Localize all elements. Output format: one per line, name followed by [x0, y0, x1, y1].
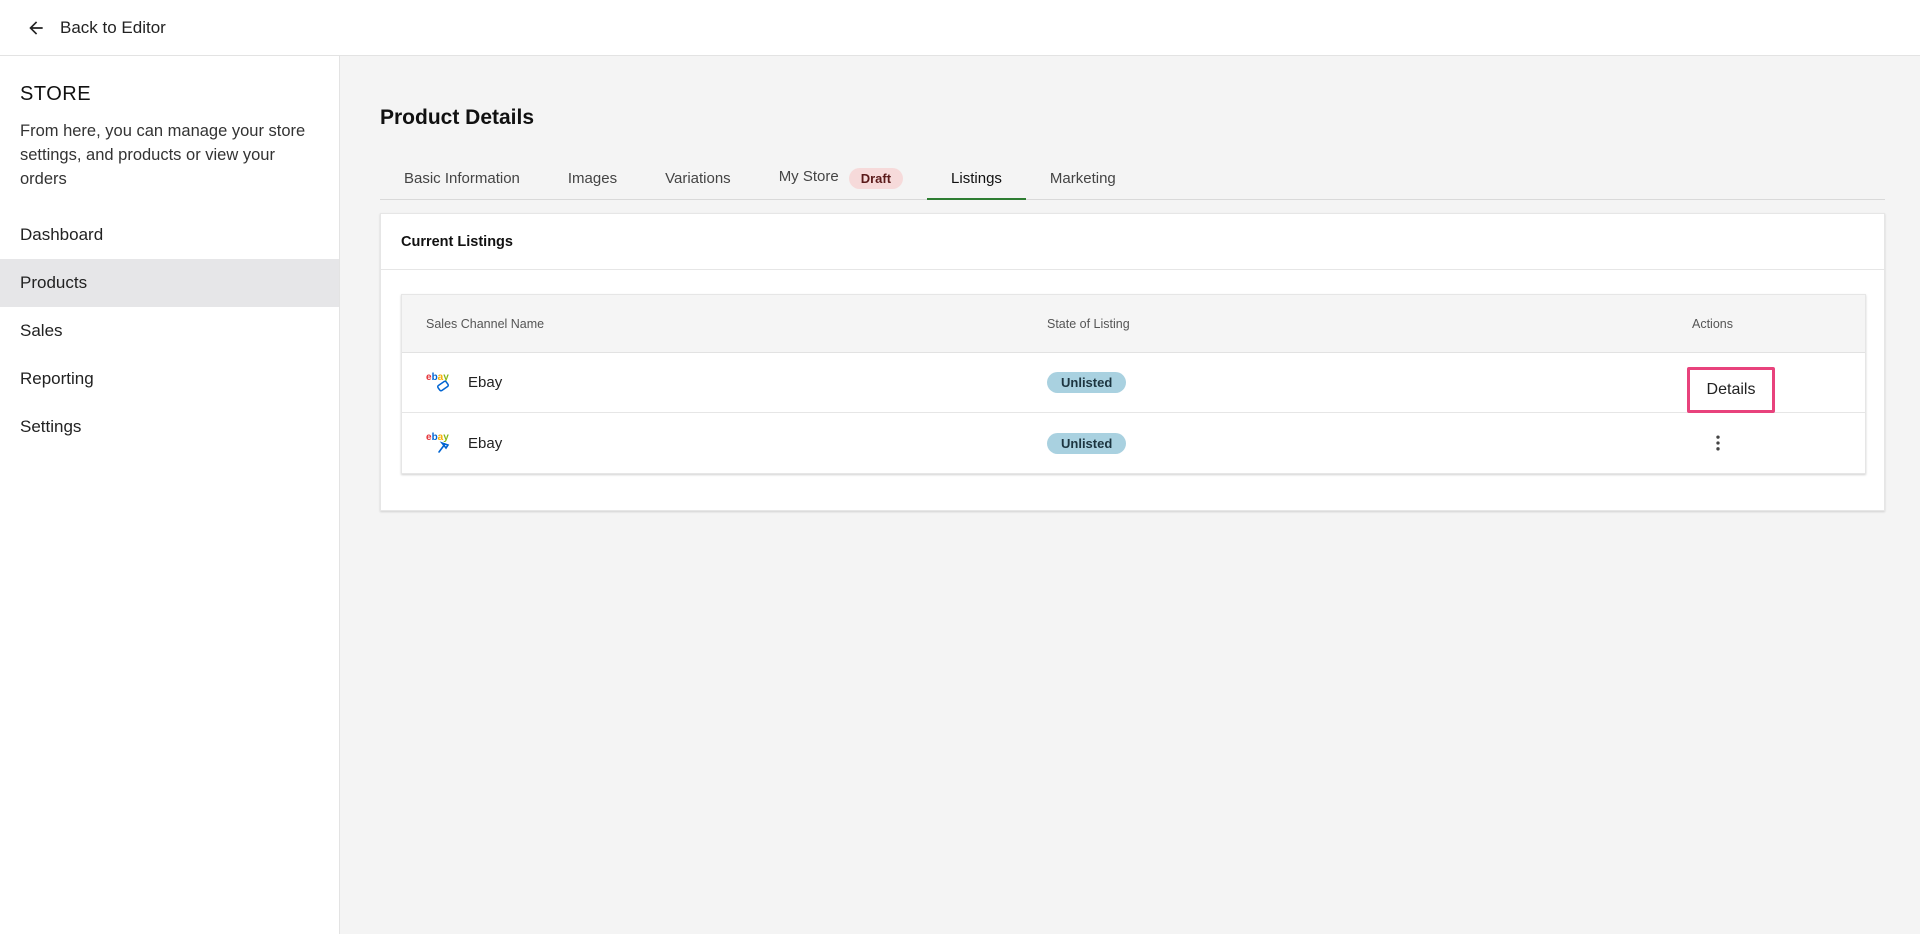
table-row: ebay Ebay Unlisted Details: [402, 353, 1865, 413]
state-cell: Unlisted: [1047, 372, 1692, 393]
column-header-actions: Actions: [1692, 316, 1733, 331]
draft-badge: Draft: [848, 168, 904, 189]
column-header-channel: Sales Channel Name: [426, 316, 545, 331]
ebay-logo-icon: ebay: [426, 372, 449, 391]
tab-images[interactable]: Images: [544, 158, 641, 199]
top-bar: Back to Editor: [0, 0, 1920, 56]
tab-marketing[interactable]: Marketing: [1026, 158, 1140, 199]
sidebar-item-dashboard[interactable]: Dashboard: [0, 211, 339, 259]
channel-cell: ebay Ebay: [402, 430, 1047, 456]
actions-cell: Details: [1687, 353, 1865, 413]
table-row: ebay Ebay Unlisted: [402, 413, 1865, 473]
channel-name: Ebay: [468, 434, 503, 452]
sidebar-nav: Dashboard Products Sales Reporting Setti…: [0, 211, 339, 451]
channel-cell: ebay Ebay: [402, 370, 1047, 396]
page-title: Product Details: [380, 106, 535, 129]
actions-cell: [1692, 431, 1865, 455]
status-badge: Unlisted: [1047, 432, 1127, 454]
tab-label: Basic Information: [404, 170, 520, 187]
status-badge: Unlisted: [1047, 372, 1127, 393]
arrow-left-icon: [29, 20, 43, 35]
main-content: Product Details Basic Information Images…: [340, 56, 1920, 934]
tab-label: Listings: [951, 170, 1002, 187]
sidebar: STORE From here, you can manage your sto…: [0, 56, 340, 934]
sidebar-description: From here, you can manage your store set…: [20, 122, 306, 188]
svg-text:ebay: ebay: [426, 432, 449, 443]
table-header: Sales Channel Name State of Listing Acti…: [402, 295, 1865, 353]
sidebar-item-sales[interactable]: Sales: [0, 307, 339, 355]
tab-variations[interactable]: Variations: [641, 158, 755, 199]
tab-label: Marketing: [1049, 170, 1116, 187]
product-tabs: Basic Information Images Variations My S…: [380, 158, 1885, 200]
current-listings-card: Current Listings Sales Channel Name Stat…: [380, 213, 1885, 511]
column-header-state: State of Listing: [1047, 316, 1130, 331]
listings-table: Sales Channel Name State of Listing Acti…: [401, 294, 1866, 474]
details-button[interactable]: Details: [1687, 366, 1775, 413]
tab-basic-information[interactable]: Basic Information: [380, 158, 544, 199]
tab-my-store[interactable]: My Store Draft: [755, 158, 927, 199]
channel-name: Ebay: [468, 374, 503, 391]
sidebar-item-reporting[interactable]: Reporting: [0, 355, 339, 403]
tab-label: My Store: [778, 168, 839, 185]
back-to-editor-link[interactable]: Back to Editor: [26, 18, 166, 38]
state-cell: Unlisted: [1047, 432, 1692, 454]
tab-listings[interactable]: Listings: [927, 158, 1026, 200]
tab-label: Variations: [665, 170, 731, 187]
card-title: Current Listings: [381, 214, 1884, 270]
sidebar-item-settings[interactable]: Settings: [0, 403, 339, 451]
ebay-logo-icon: ebay: [426, 432, 450, 453]
tab-label: Images: [567, 170, 618, 187]
sidebar-item-products[interactable]: Products: [0, 259, 339, 307]
back-to-editor-label: Back to Editor: [60, 17, 166, 37]
sidebar-title: STORE: [20, 83, 92, 105]
more-vert-icon[interactable]: [1706, 431, 1730, 455]
